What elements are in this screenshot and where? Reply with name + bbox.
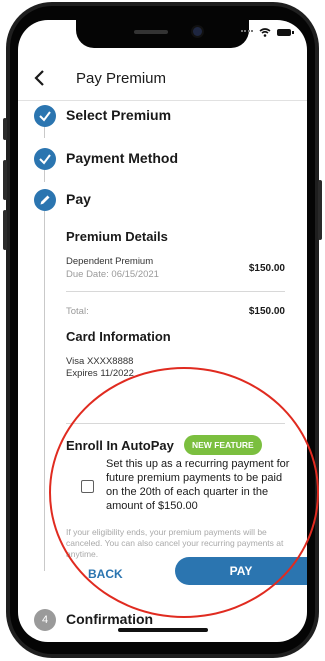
volume-down-button — [3, 210, 7, 250]
card-information-title: Card Information — [66, 329, 171, 344]
premium-details-title: Premium Details — [66, 229, 168, 244]
step-number-badge: 4 — [34, 609, 56, 631]
step-connector — [44, 168, 45, 182]
premium-due-date: Due Date: 06/15/2021 — [66, 269, 159, 280]
power-button — [318, 180, 322, 240]
total-amount: $150.00 — [248, 306, 285, 317]
battery-icon — [277, 29, 294, 36]
card-expiry: Expires 11/2022 — [66, 368, 134, 379]
notch — [76, 20, 249, 48]
step-complete-badge — [34, 105, 56, 127]
divider — [66, 291, 285, 292]
status-bar-icons — [241, 28, 294, 37]
mute-switch — [3, 118, 7, 140]
pencil-icon — [40, 195, 50, 205]
check-icon — [39, 111, 51, 122]
volume-up-button — [3, 160, 7, 200]
step-label: Payment Method — [66, 150, 179, 166]
step-complete-badge — [34, 148, 56, 170]
wifi-icon — [259, 28, 271, 37]
front-camera — [193, 27, 202, 36]
back-arrow-icon[interactable] — [30, 68, 50, 88]
app-header: Pay Premium — [18, 60, 307, 101]
step-connector — [44, 211, 45, 571]
annotation-circle — [49, 367, 319, 618]
home-indicator — [118, 628, 208, 632]
speaker-grille — [134, 30, 168, 34]
step-active-badge — [34, 189, 56, 211]
check-icon — [39, 154, 51, 165]
page-title: Pay Premium — [76, 70, 167, 87]
premium-item-amount: $150.00 — [248, 263, 285, 274]
premium-item-name: Dependent Premium — [66, 256, 154, 267]
step-label: Pay — [66, 191, 91, 207]
step-label: Select Premium — [66, 107, 172, 123]
signal-icon — [241, 30, 253, 35]
total-label: Total: — [66, 306, 89, 317]
step-label: Confirmation — [66, 611, 154, 627]
card-number: Visa XXXX8888 — [66, 356, 134, 367]
